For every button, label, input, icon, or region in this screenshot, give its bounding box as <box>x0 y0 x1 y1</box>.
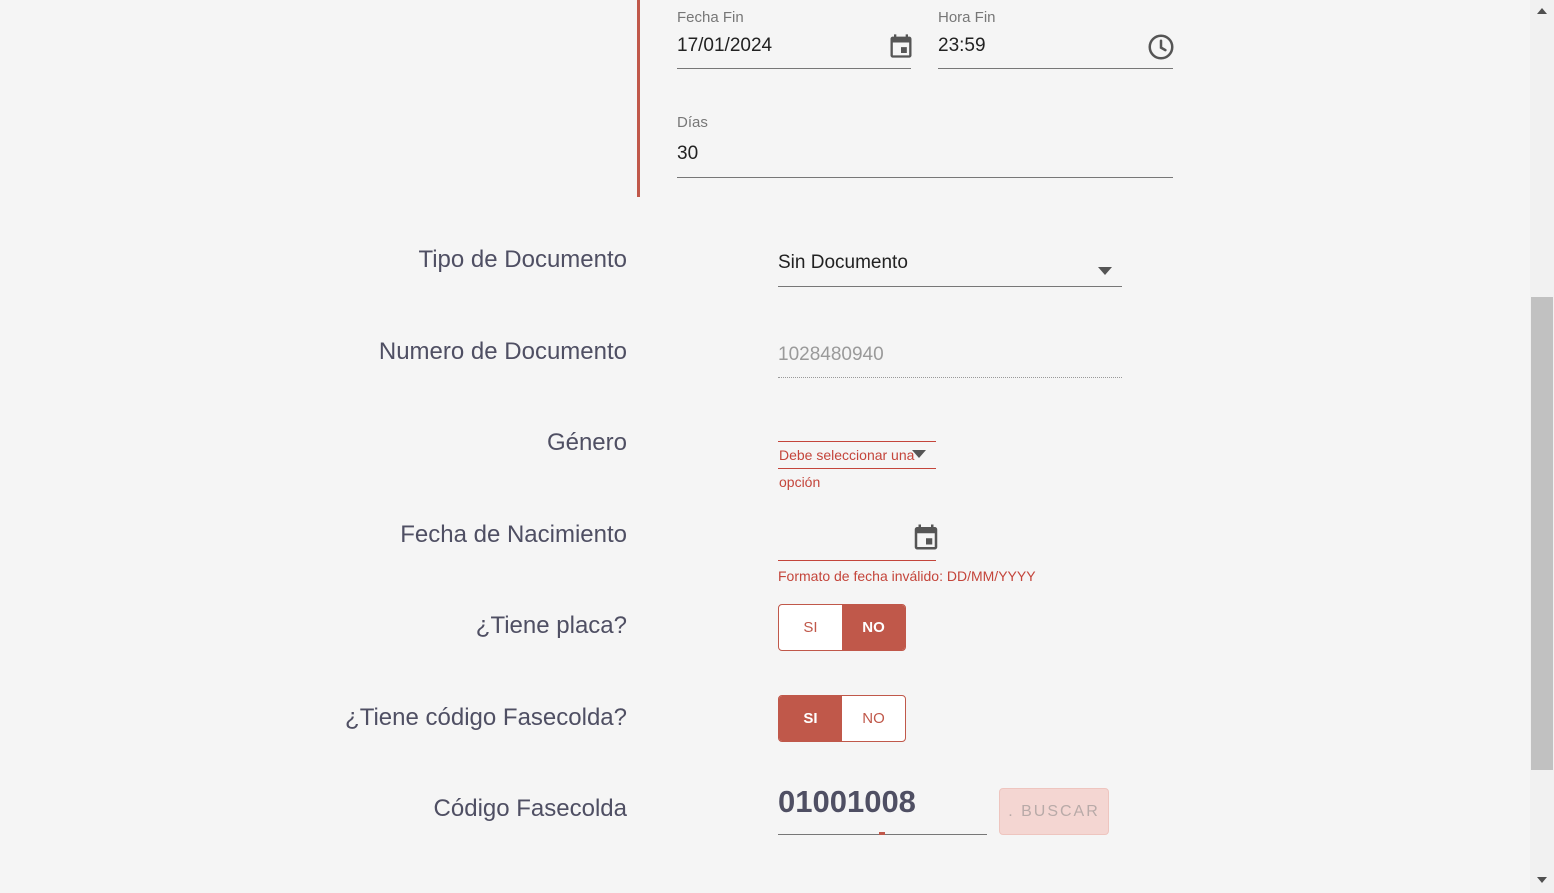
tiene-placa-no-button[interactable]: NO <box>842 605 905 650</box>
genero-error-line2: opción <box>779 474 821 490</box>
fecha-nacimiento-error: Formato de fecha inválido: DD/MM/YYYY <box>778 568 1036 584</box>
hora-fin-input[interactable]: 23:59 <box>938 35 986 57</box>
fecha-fin-input[interactable]: 17/01/2024 <box>677 35 772 57</box>
codigo-fasecolda-label: Código Fasecolda <box>433 795 627 822</box>
fecha-fin-underline <box>677 68 911 69</box>
numero-documento-underline <box>778 377 1122 378</box>
genero-error-line1: Debe seleccionar una <box>779 447 915 463</box>
fecha-nacimiento-underline <box>778 560 936 561</box>
tipo-documento-value: Sin Documento <box>778 252 908 273</box>
tiene-fasecolda-si-button[interactable]: SI <box>779 696 842 741</box>
dias-label: Días <box>677 114 708 131</box>
tiene-fasecolda-no-button[interactable]: NO <box>842 696 905 741</box>
tipo-documento-label: Tipo de Documento <box>418 246 627 273</box>
genero-label: Género <box>546 429 627 456</box>
dias-underline <box>677 177 1173 178</box>
scroll-down-arrow-icon[interactable] <box>1536 876 1548 886</box>
tiene-placa-toggle[interactable]: SI NO <box>778 604 906 651</box>
tipo-documento-select[interactable]: Sin Documento <box>778 246 1122 287</box>
hora-fin-label: Hora Fin <box>938 9 996 26</box>
fecha-fin-label: Fecha Fin <box>677 9 744 26</box>
buscar-button[interactable]: . BUSCAR <box>999 788 1109 835</box>
numero-documento-input[interactable]: 1028480940 <box>778 344 884 366</box>
tiene-placa-si-button[interactable]: SI <box>779 605 842 650</box>
genero-top-line <box>778 441 936 442</box>
dropdown-arrow-icon <box>1098 262 1112 280</box>
tiene-fasecolda-label: ¿Tiene código Fasecolda? <box>345 704 627 731</box>
tiene-fasecolda-toggle[interactable]: SI NO <box>778 695 906 742</box>
fecha-nacimiento-label: Fecha de Nacimiento <box>400 521 627 548</box>
codigo-fasecolda-cursor-mark <box>879 832 885 835</box>
tipo-documento-underline <box>778 286 1122 287</box>
numero-documento-label: Numero de Documento <box>378 338 627 365</box>
calendar-icon[interactable] <box>887 32 915 60</box>
hora-fin-underline <box>938 68 1173 69</box>
genero-underline <box>778 468 936 469</box>
card-accent-border <box>637 0 640 197</box>
calendar-icon[interactable] <box>911 522 941 552</box>
clock-icon[interactable] <box>1146 32 1176 62</box>
scroll-up-arrow-icon[interactable] <box>1536 7 1548 17</box>
scrollbar-thumb[interactable] <box>1531 297 1553 770</box>
tiene-placa-label: ¿Tiene placa? <box>475 612 627 639</box>
dias-input[interactable]: 30 <box>677 143 698 165</box>
codigo-fasecolda-input[interactable]: 01001008 <box>778 784 916 820</box>
